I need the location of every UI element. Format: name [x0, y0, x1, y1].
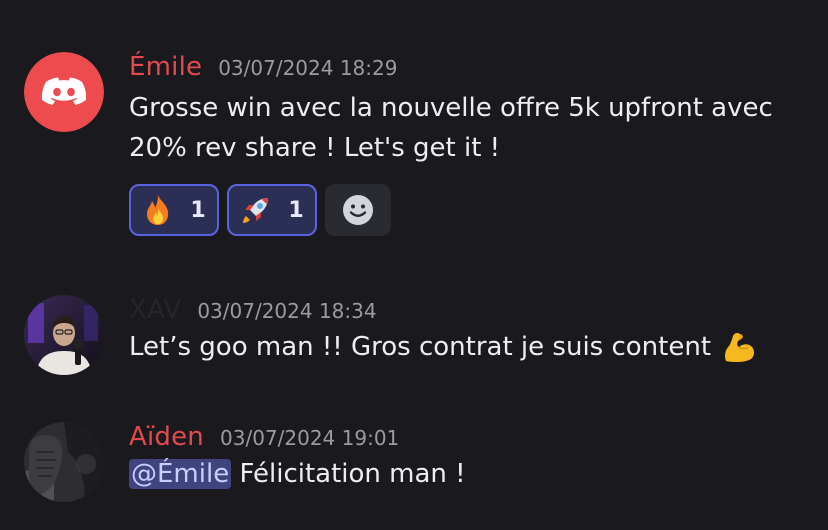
smiley-icon	[343, 195, 373, 225]
message-text: Let’s goo man !! Gros contrat je suis co…	[129, 327, 818, 367]
message-item: XAV 03/07/2024 18:34 Let’s goo man !! Gr…	[24, 295, 828, 385]
message-item: Aïden 03/07/2024 19:01 @Émile Félicitati…	[24, 422, 828, 512]
avatar[interactable]	[24, 52, 104, 132]
message-text: @Émile Félicitation man !	[129, 454, 818, 494]
user-mention[interactable]: @Émile	[129, 459, 232, 489]
reactions-bar: 1 1	[129, 184, 818, 236]
message-item: Émile 03/07/2024 18:29 Grosse win avec l…	[24, 52, 828, 252]
message-text-content: Let’s goo man !! Gros contrat je suis co…	[129, 332, 712, 362]
message-timestamp: 03/07/2024 19:01	[220, 426, 400, 450]
author-name[interactable]: XAV	[129, 295, 181, 325]
discord-logo-icon	[24, 52, 104, 132]
avatar[interactable]	[24, 295, 104, 375]
message-timestamp: 03/07/2024 18:34	[197, 299, 377, 323]
fire-icon	[142, 194, 174, 226]
reaction-fire[interactable]: 1	[129, 184, 219, 236]
message-text-line: 20% rev share ! Let's get it !	[129, 133, 501, 163]
message-text-line: Grosse win avec la nouvelle offre 5k upf…	[129, 93, 773, 123]
message-text-content: Félicitation man !	[231, 459, 466, 489]
author-name[interactable]: Émile	[129, 52, 202, 82]
message-timestamp: 03/07/2024 18:29	[218, 56, 398, 80]
add-reaction-button[interactable]	[325, 184, 391, 236]
reaction-rocket[interactable]: 1	[227, 184, 317, 236]
message-text: Grosse win avec la nouvelle offre 5k upf…	[129, 88, 818, 168]
user-photo-avatar	[24, 422, 104, 502]
reaction-count: 1	[288, 197, 304, 223]
rocket-icon	[240, 194, 272, 226]
user-photo-avatar	[24, 295, 104, 375]
author-name[interactable]: Aïden	[129, 422, 204, 452]
reaction-count: 1	[190, 197, 206, 223]
chat-message-list: Émile 03/07/2024 18:29 Grosse win avec l…	[0, 0, 828, 530]
flexed-biceps-icon	[721, 330, 757, 364]
avatar[interactable]	[24, 422, 104, 502]
